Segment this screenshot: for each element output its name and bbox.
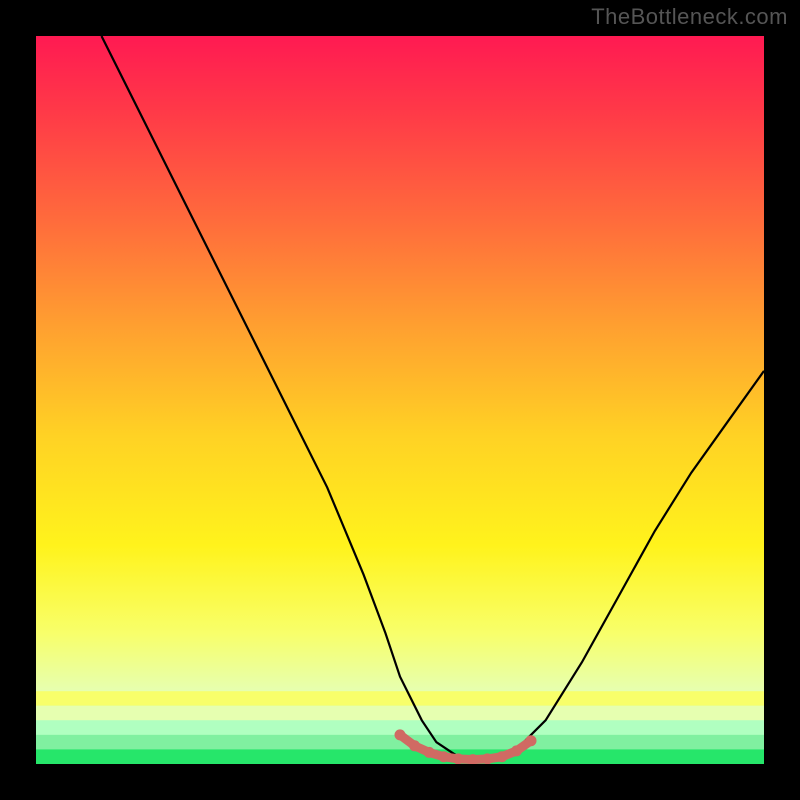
watermark-text: TheBottleneck.com — [591, 4, 788, 30]
optimal-range-dot — [526, 735, 537, 746]
optimal-range-dot — [482, 753, 493, 764]
optimal-range-dot — [424, 747, 435, 758]
plot-area — [36, 36, 764, 764]
optimal-range-dot — [496, 751, 507, 762]
chart-frame: TheBottleneck.com — [0, 0, 800, 800]
optimal-range-dot — [438, 751, 449, 762]
optimal-range-dot — [409, 740, 420, 751]
optimal-range-dot — [511, 745, 522, 756]
bottleneck-chart — [36, 36, 764, 764]
bottom-bands — [36, 691, 764, 764]
optimal-range-dot — [453, 753, 464, 764]
optimal-range-dot — [395, 729, 406, 740]
gradient-background — [36, 36, 764, 764]
